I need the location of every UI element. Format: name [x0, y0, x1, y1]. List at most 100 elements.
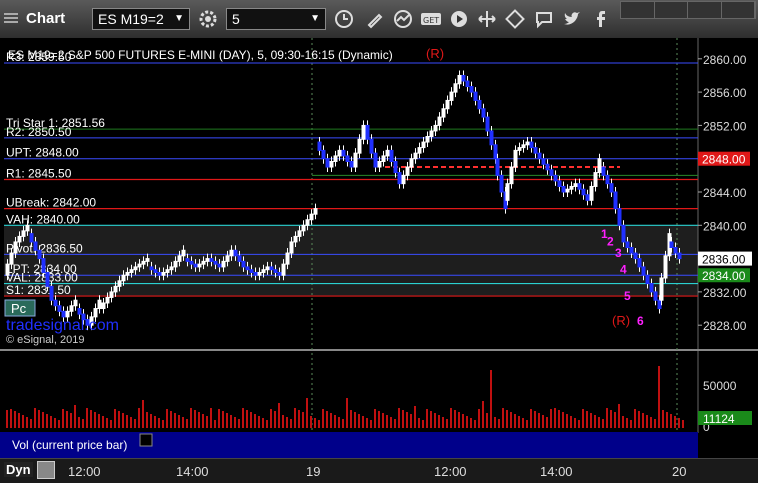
volume-bar	[438, 415, 440, 428]
volume-bar	[638, 411, 640, 428]
expand-arrows-icon[interactable]	[476, 8, 498, 30]
volume-bar	[334, 415, 336, 428]
volume-bar	[502, 408, 504, 428]
candle-body	[213, 260, 218, 265]
time-tick: 20	[672, 464, 687, 479]
volume-bar	[134, 419, 136, 428]
candle-body	[677, 252, 682, 260]
volume-bar	[386, 415, 388, 428]
settings-gear-icon[interactable]	[197, 8, 219, 30]
volume-bar	[178, 415, 180, 428]
volume-bar	[310, 416, 312, 428]
time-tick: 12:00	[68, 464, 101, 479]
pencil-icon[interactable]	[364, 8, 386, 30]
candle-body	[385, 149, 390, 157]
play-icon[interactable]	[448, 8, 470, 30]
volume-bar	[570, 416, 572, 428]
candle-body	[189, 260, 194, 265]
svg-text:GET: GET	[423, 16, 439, 25]
pc-label: Pc	[11, 301, 27, 316]
candle-body	[405, 166, 410, 176]
candle-body	[97, 299, 102, 310]
volume-bar	[246, 410, 248, 428]
volume-bar	[262, 418, 264, 428]
candle-body	[393, 160, 398, 174]
volume-bar	[78, 417, 80, 428]
candle-body	[209, 258, 214, 262]
app-title: Chart	[26, 10, 66, 27]
time-tick: 14:00	[540, 464, 573, 479]
candle-body	[369, 138, 374, 154]
candle-body	[141, 260, 146, 265]
volume-bar	[118, 411, 120, 428]
volume-bar	[54, 418, 56, 428]
candle-body	[153, 269, 158, 273]
clock-icon[interactable]	[333, 8, 355, 30]
drag-grip-icon[interactable]	[4, 11, 18, 25]
volume-bar	[294, 408, 296, 428]
candle-body	[373, 152, 378, 168]
volume-bar	[450, 408, 452, 428]
interval-combo[interactable]: 5 ▼	[226, 8, 326, 30]
volume-bar	[282, 415, 284, 428]
level-label: R2: 2850.50	[6, 125, 72, 139]
candle-body	[629, 246, 634, 254]
price-tick-label: 2860.00	[703, 53, 747, 67]
candle-body	[425, 136, 430, 143]
symbol-combo[interactable]: ES M19=2 ▼	[92, 8, 190, 30]
lock-icon[interactable]	[37, 461, 55, 479]
volume-bar	[318, 420, 320, 428]
candle-body	[437, 116, 442, 126]
chart-area: 2860.00 2856.00 2852.00 2848.00 2844.00 2840.…	[0, 38, 758, 458]
twitter-icon[interactable]	[561, 8, 583, 30]
volume-bar	[474, 420, 476, 428]
volume-bar	[558, 410, 560, 428]
volume-bar	[466, 416, 468, 428]
link-icon[interactable]	[504, 8, 526, 30]
volume-bar	[18, 413, 20, 428]
candle-body	[233, 249, 238, 257]
price-tick-label: 2840.00	[703, 219, 747, 233]
volume-bar	[278, 403, 280, 428]
volume-bar	[314, 418, 316, 428]
level-label: UPT: 2848.00	[6, 146, 79, 160]
magenta-count: 2	[607, 234, 614, 248]
volume-bar	[110, 420, 112, 428]
volume-bar	[330, 413, 332, 428]
volume-bar	[162, 420, 164, 428]
volume-bar	[130, 417, 132, 428]
volume-bar	[126, 415, 128, 428]
last-price-label: 2836.00	[702, 253, 746, 267]
volume-bar	[22, 415, 24, 428]
comment-icon[interactable]	[533, 8, 555, 30]
volume-bar	[86, 408, 88, 428]
get-icon[interactable]: GET	[420, 8, 442, 30]
volume-bar	[266, 420, 268, 428]
interval-value: 5	[232, 11, 240, 27]
candle-body	[33, 241, 38, 251]
volume-bar	[346, 398, 348, 428]
volume-bar	[422, 420, 424, 428]
r-marker: (R)	[612, 313, 630, 328]
volume-panel-label: Vol (current price bar)	[12, 438, 127, 452]
candle-body	[617, 208, 622, 226]
candle-body	[597, 158, 602, 174]
candle-body	[593, 172, 598, 187]
dyn-label[interactable]: Dyn	[4, 462, 33, 477]
candle-body	[57, 305, 62, 312]
volume-bar	[430, 411, 432, 428]
volume-bar	[90, 410, 92, 428]
candle-body	[637, 258, 642, 268]
window-controls[interactable]	[620, 1, 756, 19]
volume-bar	[350, 410, 352, 428]
facebook-icon[interactable]	[590, 8, 612, 30]
volume-bar	[122, 413, 124, 428]
candle-body	[553, 174, 558, 182]
volume-bar	[6, 410, 8, 428]
magenta-count: 6	[637, 314, 644, 328]
volume-bar	[538, 413, 540, 428]
studies-icon[interactable]	[392, 8, 414, 30]
level-label: VAH: 2840.00	[6, 212, 80, 226]
volume-bar	[446, 419, 448, 428]
volume-bar	[34, 408, 36, 428]
